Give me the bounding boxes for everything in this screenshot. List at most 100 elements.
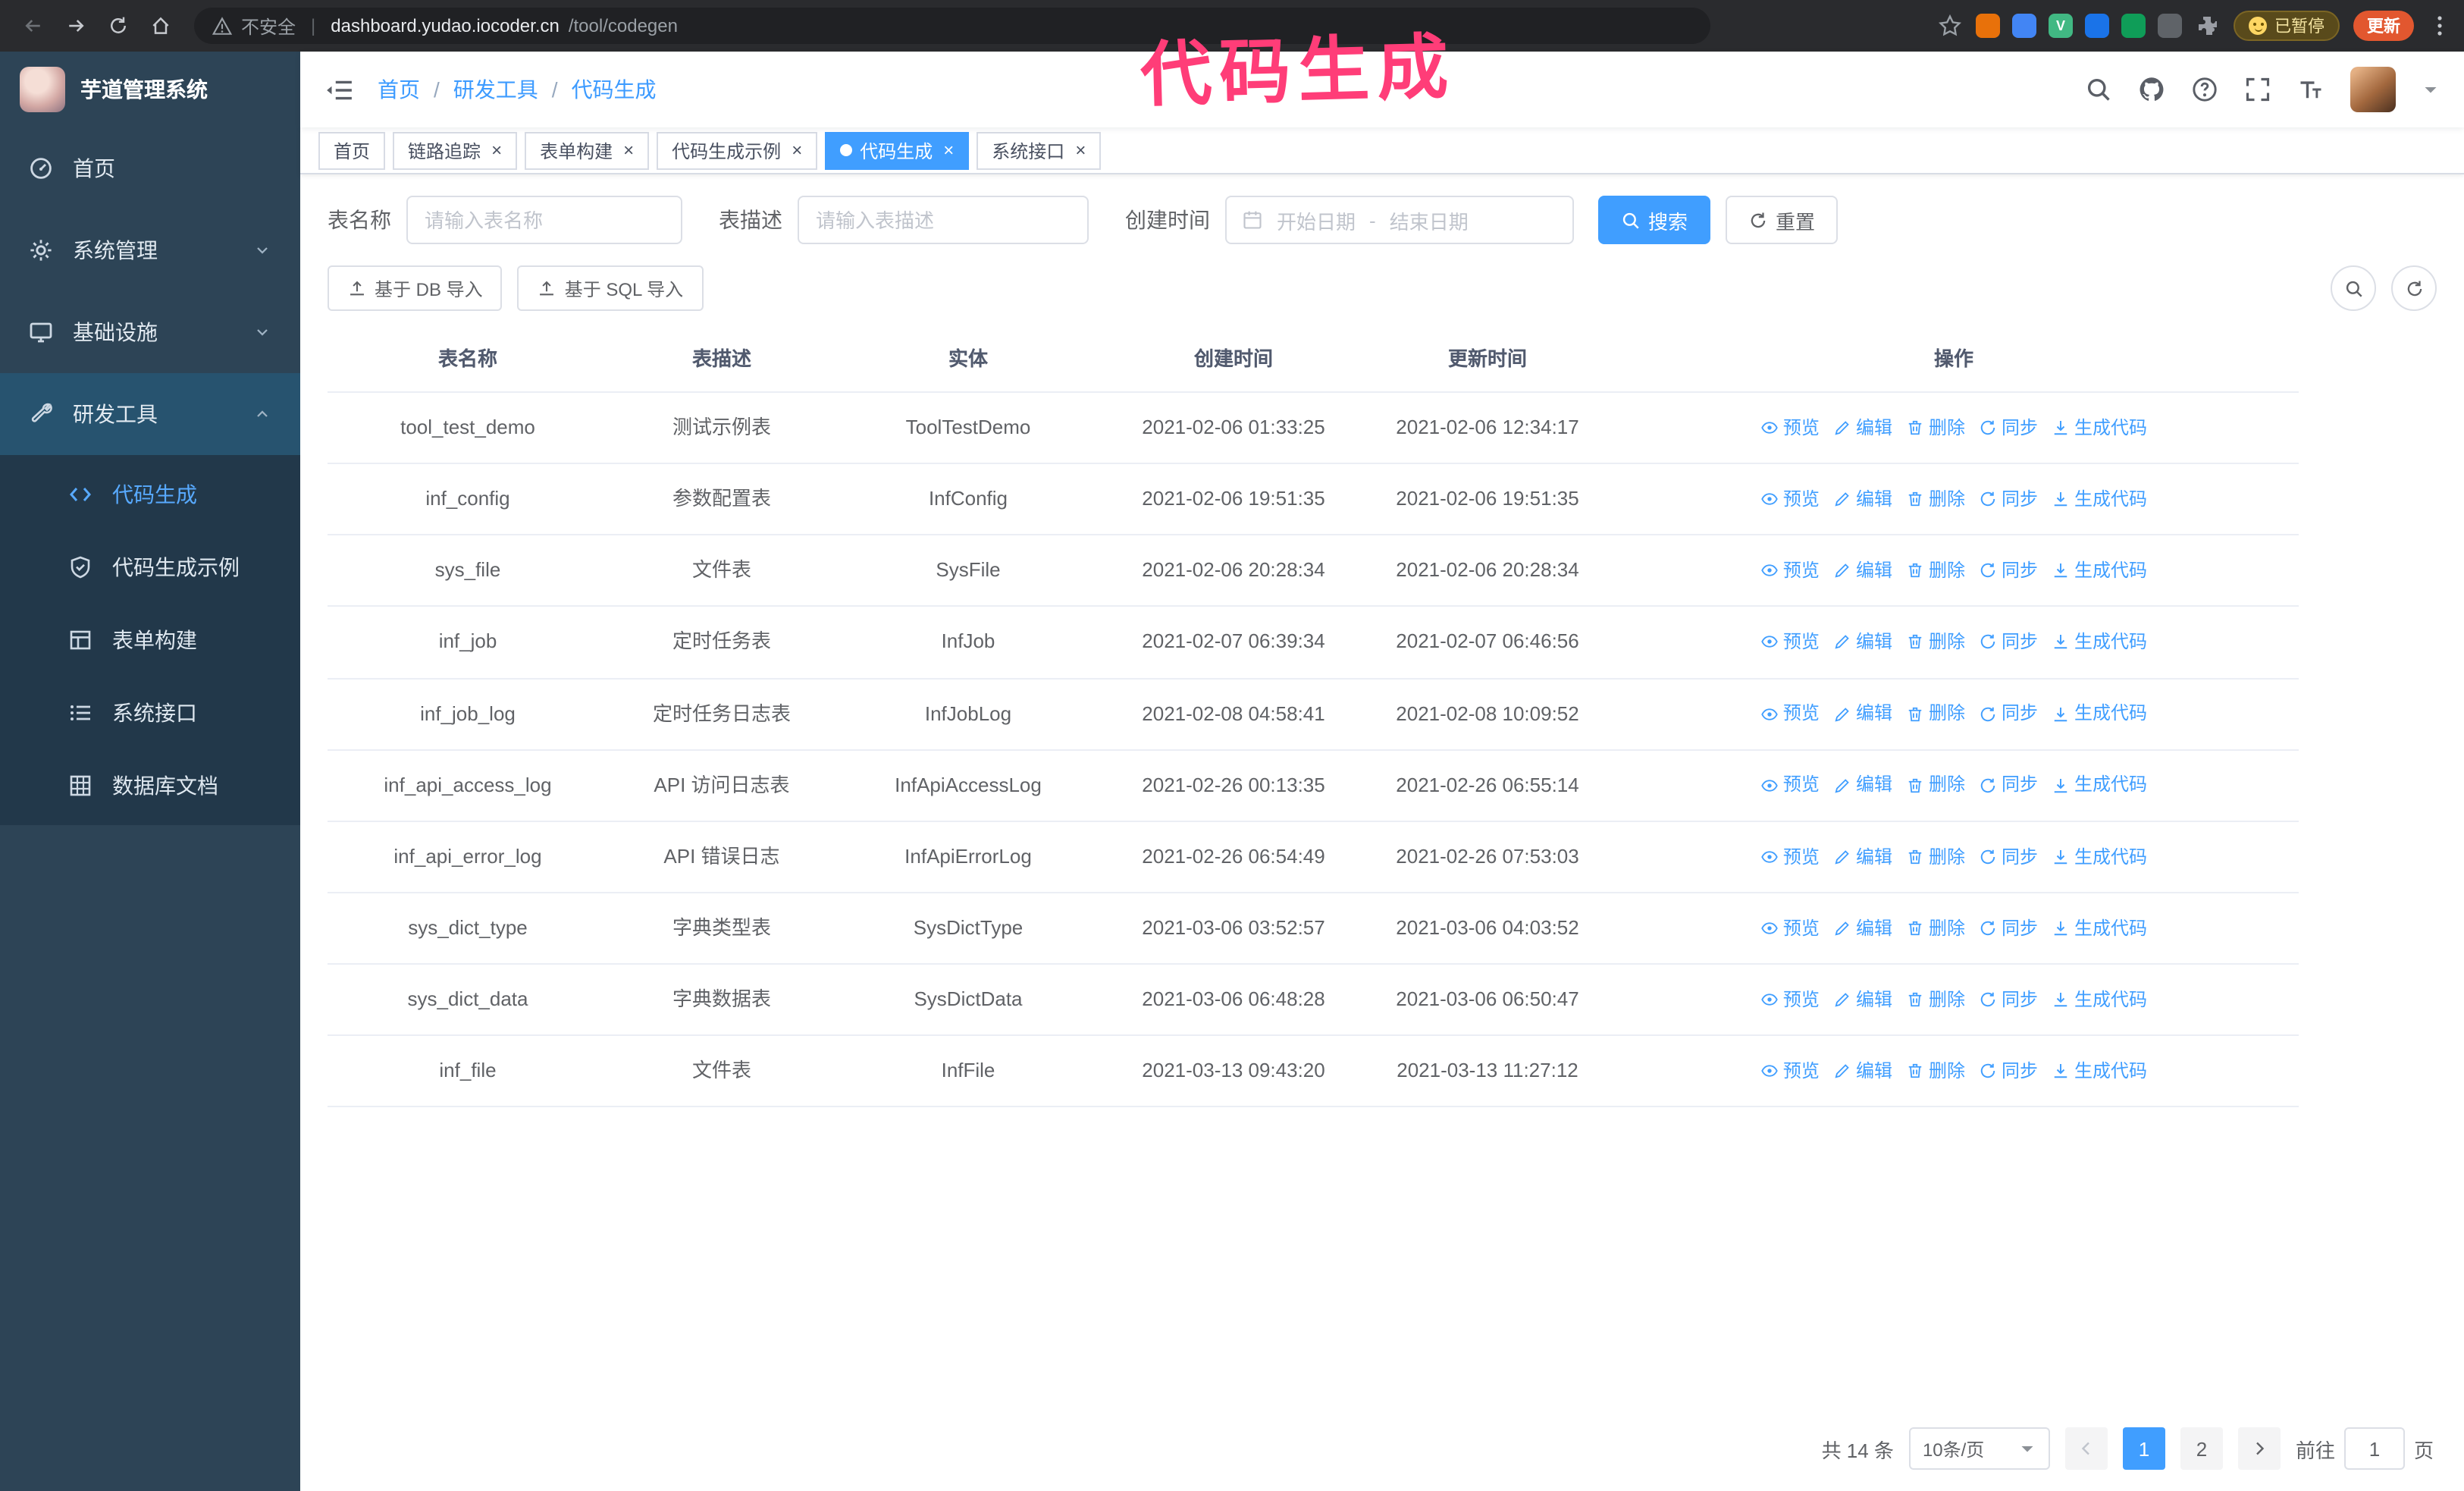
action-edit[interactable]: 编辑 [1833,414,1892,442]
browser-back-button[interactable] [15,8,52,44]
action-sync[interactable]: 同步 [1979,628,2038,656]
import-sql-button[interactable]: 基于 SQL 导入 [517,265,704,311]
sidebar-item-system[interactable]: 系统管理 [0,209,300,291]
github-icon[interactable] [2138,76,2165,103]
action-generate[interactable]: 生成代码 [2052,628,2147,656]
browser-update-button[interactable]: 更新 [2353,11,2414,41]
close-icon[interactable]: × [491,141,502,159]
sidebar-item-home[interactable]: 首页 [0,127,300,209]
tab-home[interactable]: 首页 [318,131,386,169]
action-sync[interactable]: 同步 [1979,414,2038,442]
extension-icon[interactable]: V [2049,14,2073,38]
sidebar-fold-icon[interactable] [324,75,353,104]
action-generate[interactable]: 生成代码 [2052,414,2147,442]
caret-down-icon[interactable] [2422,80,2440,99]
user-avatar[interactable] [2350,67,2396,112]
table-desc-input[interactable] [798,196,1089,244]
action-edit[interactable]: 编辑 [1833,628,1892,656]
action-generate[interactable]: 生成代码 [2052,700,2147,728]
action-delete[interactable]: 删除 [1906,628,1965,656]
import-db-button[interactable]: 基于 DB 导入 [328,265,503,311]
sidebar-subitem-form-build[interactable]: 表单构建 [0,604,300,676]
page-size-select[interactable]: 10条/页 [1908,1427,2050,1470]
help-icon[interactable] [2191,76,2218,103]
action-sync[interactable]: 同步 [1979,771,2038,799]
tab-trace[interactable]: 链路追踪 × [393,131,518,169]
action-generate[interactable]: 生成代码 [2052,557,2147,585]
action-sync[interactable]: 同步 [1979,843,2038,871]
action-generate[interactable]: 生成代码 [2052,986,2147,1014]
tab-form-build[interactable]: 表单构建 × [525,131,650,169]
action-edit[interactable]: 编辑 [1833,557,1892,585]
extension-icon[interactable] [2121,14,2146,38]
action-preview[interactable]: 预览 [1760,628,1820,656]
action-edit[interactable]: 编辑 [1833,771,1892,799]
search-button[interactable]: 搜索 [1598,196,1711,244]
action-preview[interactable]: 预览 [1760,414,1820,442]
action-preview[interactable]: 预览 [1760,986,1820,1014]
tab-codegen[interactable]: 代码生成 × [825,131,970,169]
fullscreen-icon[interactable] [2244,76,2271,103]
browser-reload-button[interactable] [100,8,136,44]
sidebar-subitem-db-doc[interactable]: 数据库文档 [0,749,300,822]
close-icon[interactable]: × [623,141,634,159]
page-button-2[interactable]: 2 [2180,1427,2223,1470]
paused-badge[interactable]: 已暂停 [2234,11,2340,41]
action-edit[interactable]: 编辑 [1833,986,1892,1014]
browser-home-button[interactable] [143,8,179,44]
action-edit[interactable]: 编辑 [1833,915,1892,943]
action-delete[interactable]: 删除 [1906,557,1965,585]
extension-icon[interactable] [2085,14,2109,38]
action-preview[interactable]: 预览 [1760,915,1820,943]
action-edit[interactable]: 编辑 [1833,485,1892,513]
action-edit[interactable]: 编辑 [1833,700,1892,728]
action-generate[interactable]: 生成代码 [2052,915,2147,943]
toggle-search-button[interactable] [2331,265,2376,311]
action-sync[interactable]: 同步 [1979,986,2038,1014]
action-generate[interactable]: 生成代码 [2052,771,2147,799]
font-size-icon[interactable] [2297,76,2324,103]
extension-icon[interactable] [2012,14,2036,38]
next-page-button[interactable] [2237,1427,2281,1470]
tab-codegen-example[interactable]: 代码生成示例 × [657,131,818,169]
action-preview[interactable]: 预览 [1760,485,1820,513]
action-edit[interactable]: 编辑 [1833,1057,1892,1085]
extension-icon[interactable] [2158,14,2182,38]
action-edit[interactable]: 编辑 [1833,843,1892,871]
prev-page-button[interactable] [2064,1427,2108,1470]
action-delete[interactable]: 删除 [1906,843,1965,871]
sidebar-item-devtools[interactable]: 研发工具 [0,373,300,455]
action-preview[interactable]: 预览 [1760,700,1820,728]
action-sync[interactable]: 同步 [1979,557,2038,585]
logo-row[interactable]: 芋道管理系统 [0,52,300,127]
sidebar-subitem-api[interactable]: 系统接口 [0,676,300,749]
action-delete[interactable]: 删除 [1906,485,1965,513]
action-preview[interactable]: 预览 [1760,1057,1820,1085]
close-icon[interactable]: × [792,141,802,159]
close-icon[interactable]: × [1075,141,1086,159]
action-sync[interactable]: 同步 [1979,1057,2038,1085]
action-delete[interactable]: 删除 [1906,414,1965,442]
search-icon[interactable] [2085,76,2112,103]
date-range-picker[interactable]: 开始日期 - 结束日期 [1225,196,1574,244]
table-name-input[interactable] [406,196,682,244]
action-delete[interactable]: 删除 [1906,771,1965,799]
goto-page-input[interactable] [2343,1427,2405,1470]
action-generate[interactable]: 生成代码 [2052,843,2147,871]
action-preview[interactable]: 预览 [1760,557,1820,585]
tab-api[interactable]: 系统接口 × [977,131,1102,169]
browser-forward-button[interactable] [58,8,94,44]
action-delete[interactable]: 删除 [1906,915,1965,943]
action-sync[interactable]: 同步 [1979,915,2038,943]
action-generate[interactable]: 生成代码 [2052,485,2147,513]
puzzle-extensions-icon[interactable] [2196,14,2220,38]
sidebar-item-infra[interactable]: 基础设施 [0,291,300,373]
action-preview[interactable]: 预览 [1760,771,1820,799]
browser-menu-icon[interactable] [2428,14,2452,38]
address-bar[interactable]: 不安全 | dashboard.yudao.iocoder.cn/tool/co… [194,8,1710,44]
refresh-table-button[interactable] [2391,265,2437,311]
action-delete[interactable]: 删除 [1906,700,1965,728]
action-sync[interactable]: 同步 [1979,700,2038,728]
breadcrumb-item[interactable]: 首页 [378,74,420,105]
sidebar-subitem-codegen-example[interactable]: 代码生成示例 [0,531,300,604]
